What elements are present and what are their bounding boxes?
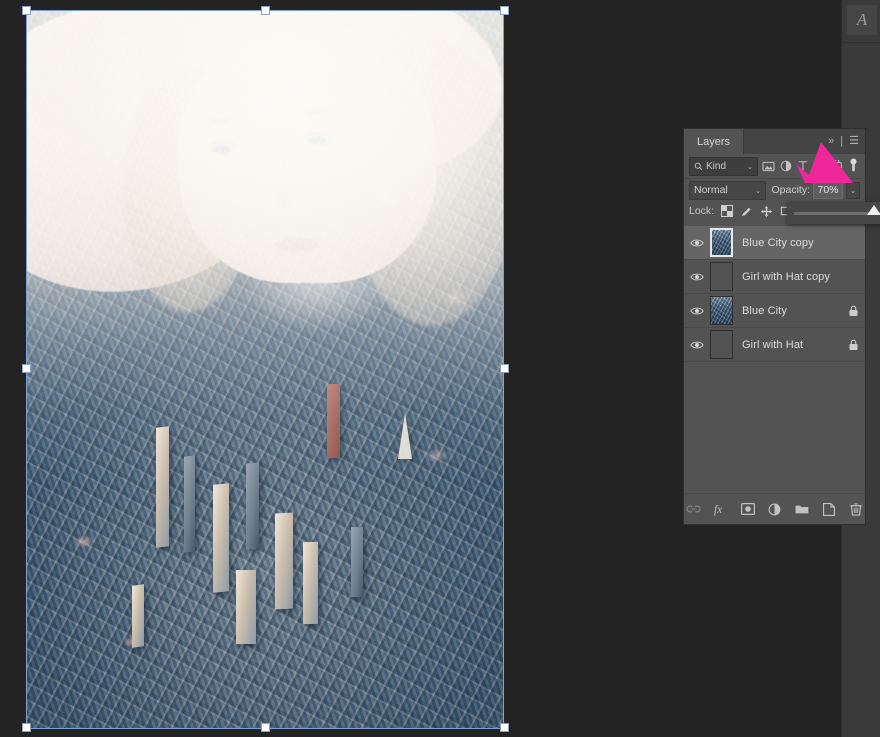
blend-mode-select[interactable]: Normal ⌄ [689,181,766,200]
layer-visibility-toggle[interactable] [684,306,710,316]
layer-locked-icon [841,339,865,351]
chevron-down-icon[interactable]: ⌄ [747,162,754,171]
layer-thumbnail[interactable] [710,296,733,325]
eye-icon [690,306,704,316]
filter-shape-layers-icon[interactable] [813,158,826,174]
filter-smart-objects-icon[interactable] [830,158,843,174]
composite-artwork [27,11,503,728]
eye-icon [690,238,704,248]
transform-handle-middle-left[interactable] [22,364,31,373]
search-icon [694,162,703,171]
toggle-filtering-switch[interactable] [847,158,860,174]
opacity-group[interactable]: Opacity: 70% ⌄ [771,182,860,199]
layers-panel-footer[interactable]: fx [684,493,865,524]
new-group-icon[interactable] [794,501,810,517]
layer-thumbnail[interactable] [710,262,733,291]
tab-layers[interactable]: Layers [684,129,744,154]
opacity-label: Opacity: [771,184,810,196]
opacity-input[interactable]: 70% [813,182,843,199]
transform-handle-bottom-left[interactable] [22,723,31,732]
eye-icon [690,272,704,282]
layer-visibility-toggle[interactable] [684,272,710,282]
layer-row-blue-city[interactable]: Blue City [684,294,865,328]
filter-kind-select[interactable]: Kind ⌄ [689,157,758,176]
layers-panel[interactable]: Layers » | ☰ Kind ⌄ [684,129,865,524]
layer-list[interactable]: Blue City copy Girl with Hat copy [684,226,865,494]
layer-thumbnail[interactable] [710,330,733,359]
lock-position-icon[interactable] [759,204,774,219]
delete-layer-icon[interactable] [848,501,864,517]
blend-and-opacity-row[interactable]: Normal ⌄ Opacity: 70% ⌄ [684,179,865,201]
dock-divider [842,42,880,43]
transform-handle-top-right[interactable] [500,6,509,15]
eye-icon [690,340,704,350]
layer-row-girl-with-hat[interactable]: Girl with Hat [684,328,865,362]
layer-locked-icon [841,305,865,317]
filter-type-layers-icon[interactable] [796,158,809,174]
exposure-highlight [27,11,503,341]
adjustment-layer-icon[interactable] [767,501,783,517]
layer-name[interactable]: Blue City copy [733,237,841,249]
canvas-area[interactable] [0,0,684,737]
document-window[interactable] [27,11,503,728]
layer-row-blue-city-copy[interactable]: Blue City copy [684,226,865,260]
transform-handle-middle-right[interactable] [500,364,509,373]
filter-adjustment-layers-icon[interactable] [779,158,792,174]
opacity-slider-track[interactable] [794,212,880,215]
panel-tab-tools[interactable]: » | ☰ [828,129,859,154]
opacity-chevron-down-icon[interactable]: ⌄ [846,182,860,199]
new-layer-icon[interactable] [821,501,837,517]
svg-text:fx: fx [714,504,722,516]
layer-name[interactable]: Girl with Hat copy [733,271,841,283]
layer-mask-icon[interactable] [740,501,756,517]
transform-handle-top-center[interactable] [261,6,270,15]
link-layers-icon[interactable] [686,501,702,517]
transform-handle-bottom-center[interactable] [261,723,270,732]
blend-mode-value: Normal [694,184,728,196]
layer-visibility-toggle[interactable] [684,340,710,350]
layer-name[interactable]: Blue City [733,305,841,317]
layer-filter-row[interactable]: Kind ⌄ [684,154,865,179]
filter-pixel-layers-icon[interactable] [762,158,775,174]
chevron-down-icon[interactable]: ⌄ [755,186,762,195]
lock-label: Lock: [689,205,714,217]
filter-kind-label: Kind [706,161,726,172]
lock-image-pixels-icon[interactable] [739,204,754,219]
transform-handle-bottom-right[interactable] [500,723,509,732]
panel-tab-bar[interactable]: Layers » | ☰ [684,129,865,154]
layer-visibility-toggle[interactable] [684,238,710,248]
layer-style-icon[interactable]: fx [713,501,729,517]
character-panel-icon[interactable]: A [847,5,877,35]
opacity-slider-thumb[interactable] [867,205,880,215]
layer-row-girl-with-hat-copy[interactable]: Girl with Hat copy [684,260,865,294]
layer-name[interactable]: Girl with Hat [733,339,841,351]
opacity-slider-popup[interactable] [787,202,880,224]
panel-divider: | [840,136,843,147]
collapse-panels-icon[interactable]: » [828,136,834,147]
panel-menu-icon[interactable]: ☰ [849,136,859,147]
layer-thumbnail[interactable] [710,228,733,257]
lock-transparent-pixels-icon[interactable] [719,204,734,219]
transform-handle-top-left[interactable] [22,6,31,15]
